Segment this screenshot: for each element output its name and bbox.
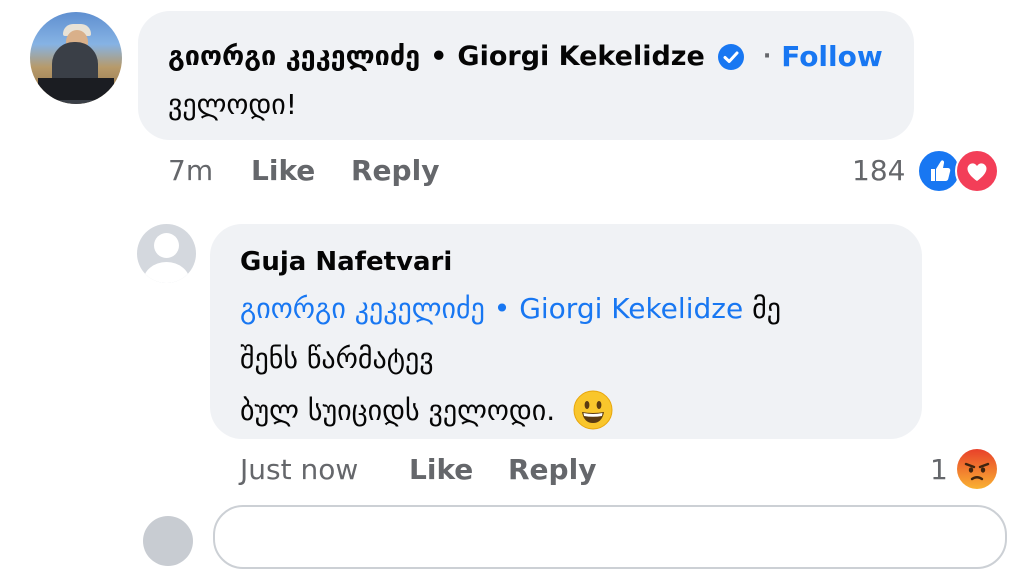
reply-label: Reply xyxy=(351,154,440,187)
default-avatar[interactable] xyxy=(137,224,196,283)
reply-text-line-1: გიორგი კეკელიძე • Giorgi Kekelidze მე xyxy=(240,292,781,325)
reply-button[interactable]: Reply xyxy=(351,154,439,187)
mention-link[interactable]: გიორგი კეკელიძე • Giorgi Kekelidze xyxy=(240,292,743,325)
avatar[interactable] xyxy=(30,12,122,104)
comment-text: ველოდი! xyxy=(168,88,298,121)
author-name-georgian[interactable]: გიორგი კეკელიძე xyxy=(168,41,420,72)
avatar-head-shape xyxy=(154,233,179,258)
comment-time[interactable]: 7m xyxy=(168,154,213,187)
love-reaction-icon[interactable] xyxy=(955,149,999,193)
name-separator: • xyxy=(430,41,448,72)
follow-button[interactable]: Follow xyxy=(781,40,883,73)
current-user-avatar xyxy=(143,516,193,566)
avatar-body-shape xyxy=(143,262,190,283)
reply-text-fragment: ბულ სუიციდს ველოდი. xyxy=(240,393,556,427)
comment-author-line: გიორგი კეკელიძე • Giorgi Kekelidze · Fol… xyxy=(168,40,883,73)
reply-time[interactable]: Just now xyxy=(240,453,358,486)
avatar-banner xyxy=(38,78,114,100)
reply-label: Reply xyxy=(508,453,597,486)
like-label: Like xyxy=(251,154,316,187)
author-name[interactable]: Giorgi Kekelidze xyxy=(457,41,704,72)
reply-text-line-2: შენს წარმატევ xyxy=(240,342,434,375)
angry-reaction-icon[interactable] xyxy=(956,448,998,490)
like-label: Like xyxy=(409,453,474,486)
verified-badge-icon xyxy=(717,43,745,71)
reply-input[interactable] xyxy=(213,505,1007,569)
reaction-count[interactable]: 184 xyxy=(852,154,905,187)
grinning-face-icon xyxy=(573,390,613,430)
reply-like-button[interactable]: Like xyxy=(409,453,473,486)
reply-author-name[interactable]: Guja Nafetvari xyxy=(240,247,452,277)
reply-text-fragment: მე xyxy=(752,292,781,325)
reply-reply-button[interactable]: Reply xyxy=(508,453,596,486)
reply-text-line-3: ბულ სუიციდს ველოდი. xyxy=(240,390,613,430)
follow-separator: · xyxy=(762,44,772,69)
like-button[interactable]: Like xyxy=(251,154,315,187)
reply-reaction-count[interactable]: 1 xyxy=(930,453,948,486)
